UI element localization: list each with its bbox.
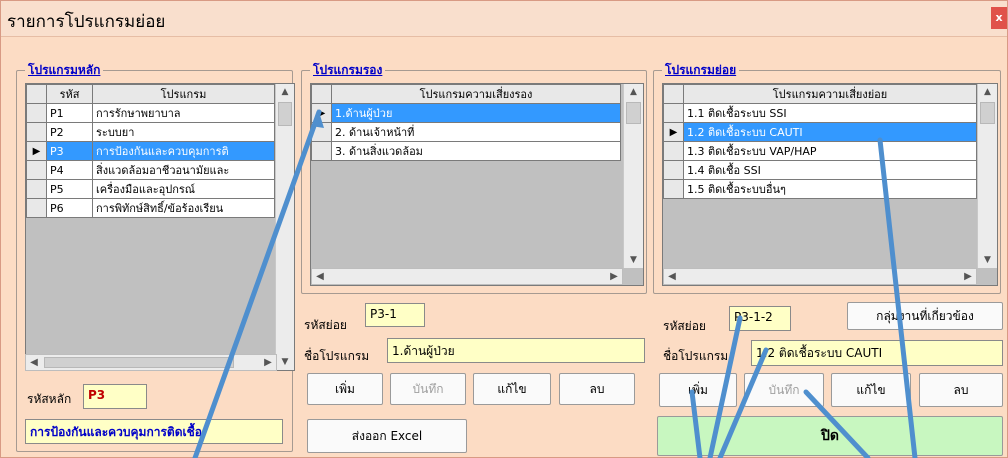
scroll-left-arrow-icon[interactable]: ◀	[26, 355, 42, 370]
row-secondary-name[interactable]: 1.ด้านผู้ป่วย	[331, 103, 621, 123]
current-row-indicator-icon: ▶	[663, 122, 684, 142]
scroll-up-arrow-icon[interactable]: ▲	[276, 84, 294, 100]
sub-program-grid[interactable]: โปรแกรมความเสี่ยงย่อย 1.1 ติดเชื้อระบบ S…	[662, 83, 998, 286]
row-code[interactable]: P5	[46, 179, 93, 199]
sub-grid-vertical-scrollbar[interactable]: ▲ ▼	[977, 84, 997, 268]
secondary-code-field[interactable]: P3-1	[365, 303, 425, 327]
table-row[interactable]: P1 การรักษาพยาบาล	[26, 103, 275, 123]
secondary-program-grid[interactable]: โปรแกรมความเสี่ยงรอง ▶ 1.ด้านผู้ป่วย 2. …	[310, 83, 644, 286]
table-row[interactable]: 3. ด้านสิ่งแวดล้อม	[311, 141, 621, 161]
row-program-name[interactable]: การป้องกันและควบคุมการติ	[92, 141, 275, 161]
scroll-right-arrow-icon[interactable]: ▶	[606, 269, 622, 284]
current-row-indicator-icon: ▶	[311, 103, 332, 123]
table-row-selected[interactable]: ▶ P3 การป้องกันและควบคุมการติ	[26, 141, 275, 161]
scroll-down-arrow-icon[interactable]: ▼	[978, 252, 997, 268]
row-secondary-name[interactable]: 2. ด้านเจ้าหน้าที่	[331, 122, 621, 142]
scroll-right-arrow-icon[interactable]: ▶	[260, 355, 276, 370]
scroll-down-arrow-icon[interactable]: ▼	[276, 354, 294, 370]
close-button[interactable]: ปิด	[657, 416, 1003, 456]
scroll-up-arrow-icon[interactable]: ▲	[978, 84, 997, 100]
row-program-name[interactable]: เครื่องมือและอุปกรณ์	[92, 179, 275, 199]
row-sub-name[interactable]: 1.3 ติดเชื้อระบบ VAP/HAP	[683, 141, 977, 161]
sub-name-field[interactable]: 1.2 ติดเชื้อระบบ CAUTI	[751, 340, 1003, 366]
scroll-thumb[interactable]	[44, 357, 234, 368]
table-row[interactable]: P5 เครื่องมือและอุปกรณ์	[26, 179, 275, 199]
row-program-name[interactable]: ระบบยา	[92, 122, 275, 142]
sub-code-label: รหัสย่อย	[663, 319, 706, 333]
main-program-legend: โปรแกรมหลัก	[28, 63, 101, 77]
secondary-name-label: ชื่อโปรแกรม	[304, 349, 370, 363]
row-code[interactable]: P1	[46, 103, 93, 123]
row-program-name[interactable]: การพิทักษ์สิทธิ์/ข้อร้องเรียน	[92, 198, 275, 218]
title-bar: รายการโปรแกรมย่อย x	[1, 1, 1007, 37]
table-row-selected[interactable]: ▶ 1.ด้านผู้ป่วย	[311, 103, 621, 123]
table-row[interactable]: P4 สิ่งแวดล้อมอาชีวอนามัยและ	[26, 160, 275, 180]
table-row[interactable]: 1.4 ติดเชื้อ SSI	[663, 160, 977, 180]
related-departments-button[interactable]: กลุ่มงานที่เกี่ยวข้อง	[847, 302, 1003, 330]
scroll-right-arrow-icon[interactable]: ▶	[960, 269, 976, 284]
secondary-edit-button[interactable]: แก้ไข	[473, 373, 551, 405]
column-header-program[interactable]: โปรแกรม	[92, 84, 275, 104]
sub-grid-horizontal-scrollbar[interactable]: ◀ ▶	[663, 268, 977, 285]
sub-save-button[interactable]: บันทึก	[744, 373, 824, 407]
sub-code-field[interactable]: P3-1-2	[729, 306, 791, 331]
sub-program-legend: โปรแกรมย่อย	[665, 63, 737, 77]
secondary-add-button[interactable]: เพิ่ม	[307, 373, 383, 405]
column-header-code[interactable]: รหัส	[46, 84, 93, 104]
row-sub-name[interactable]: 1.1 ติดเชื้อระบบ SSI	[683, 103, 977, 123]
secondary-delete-button[interactable]: ลบ	[559, 373, 635, 405]
secondary-save-button[interactable]: บันทึก	[390, 373, 466, 405]
row-code[interactable]: P2	[46, 122, 93, 142]
row-code[interactable]: P6	[46, 198, 93, 218]
table-row[interactable]: 2. ด้านเจ้าหน้าที่	[311, 122, 621, 142]
grid-corner	[663, 84, 684, 104]
main-program-name-field[interactable]: การป้องกันและควบคุมการติดเชื้อ	[25, 419, 283, 444]
table-row-selected[interactable]: ▶ 1.2 ติดเชื้อระบบ CAUTI	[663, 122, 977, 142]
scroll-down-arrow-icon[interactable]: ▼	[624, 252, 643, 268]
row-sub-name[interactable]: 1.4 ติดเชื้อ SSI	[683, 160, 977, 180]
scroll-thumb[interactable]	[980, 102, 995, 124]
grid-corner	[26, 84, 47, 104]
main-grid-vertical-scrollbar[interactable]: ▲ ▼	[275, 84, 294, 370]
row-sub-name[interactable]: 1.5 ติดเชื้อระบบอื่นๆ	[683, 179, 977, 199]
main-grid-horizontal-scrollbar[interactable]: ◀ ▶	[25, 354, 277, 371]
scroll-left-arrow-icon[interactable]: ◀	[312, 269, 328, 284]
column-header-sub-risk[interactable]: โปรแกรมความเสี่ยงย่อย	[683, 84, 977, 104]
main-code-label: รหัสหลัก	[27, 392, 72, 406]
scroll-left-arrow-icon[interactable]: ◀	[664, 269, 680, 284]
sub-name-label: ชื่อโปรแกรม	[663, 349, 729, 363]
row-secondary-name[interactable]: 3. ด้านสิ่งแวดล้อม	[331, 141, 621, 161]
window-close-button[interactable]: x	[991, 7, 1007, 29]
secondary-grid-horizontal-scrollbar[interactable]: ◀ ▶	[311, 268, 623, 285]
main-program-grid[interactable]: รหัส โปรแกรม P1 การรักษาพยาบาล P2 ระบบยา…	[25, 83, 295, 371]
main-code-field[interactable]: P3	[83, 384, 147, 409]
row-sub-name[interactable]: 1.2 ติดเชื้อระบบ CAUTI	[683, 122, 977, 142]
row-code[interactable]: P3	[46, 141, 93, 161]
program-sub-window: รายการโปรแกรมย่อย x โปรแกรมหลัก รหัส โปร…	[0, 0, 1008, 458]
row-code[interactable]: P4	[46, 160, 93, 180]
sub-add-button[interactable]: เพิ่ม	[659, 373, 737, 407]
scroll-thumb[interactable]	[278, 102, 292, 126]
table-row[interactable]: P2 ระบบยา	[26, 122, 275, 142]
current-row-indicator-icon: ▶	[26, 141, 47, 161]
scroll-up-arrow-icon[interactable]: ▲	[624, 84, 643, 100]
table-row[interactable]: P6 การพิทักษ์สิทธิ์/ข้อร้องเรียน	[26, 198, 275, 218]
row-program-name[interactable]: สิ่งแวดล้อมอาชีวอนามัยและ	[92, 160, 275, 180]
secondary-program-legend: โปรแกรมรอง	[313, 63, 383, 77]
sub-delete-button[interactable]: ลบ	[919, 373, 1003, 407]
window-title: รายการโปรแกรมย่อย	[7, 12, 166, 32]
table-row[interactable]: 1.1 ติดเชื้อระบบ SSI	[663, 103, 977, 123]
table-row[interactable]: 1.3 ติดเชื้อระบบ VAP/HAP	[663, 141, 977, 161]
sub-edit-button[interactable]: แก้ไข	[831, 373, 911, 407]
export-excel-button[interactable]: ส่งออก Excel	[307, 419, 467, 453]
scroll-thumb[interactable]	[626, 102, 641, 124]
secondary-code-label: รหัสย่อย	[304, 318, 347, 332]
grid-corner	[311, 84, 332, 104]
table-row[interactable]: 1.5 ติดเชื้อระบบอื่นๆ	[663, 179, 977, 199]
secondary-name-field[interactable]: 1.ด้านผู้ป่วย	[387, 338, 645, 363]
column-header-secondary-risk[interactable]: โปรแกรมความเสี่ยงรอง	[331, 84, 621, 104]
secondary-grid-vertical-scrollbar[interactable]: ▲ ▼	[623, 84, 643, 268]
row-program-name[interactable]: การรักษาพยาบาล	[92, 103, 275, 123]
